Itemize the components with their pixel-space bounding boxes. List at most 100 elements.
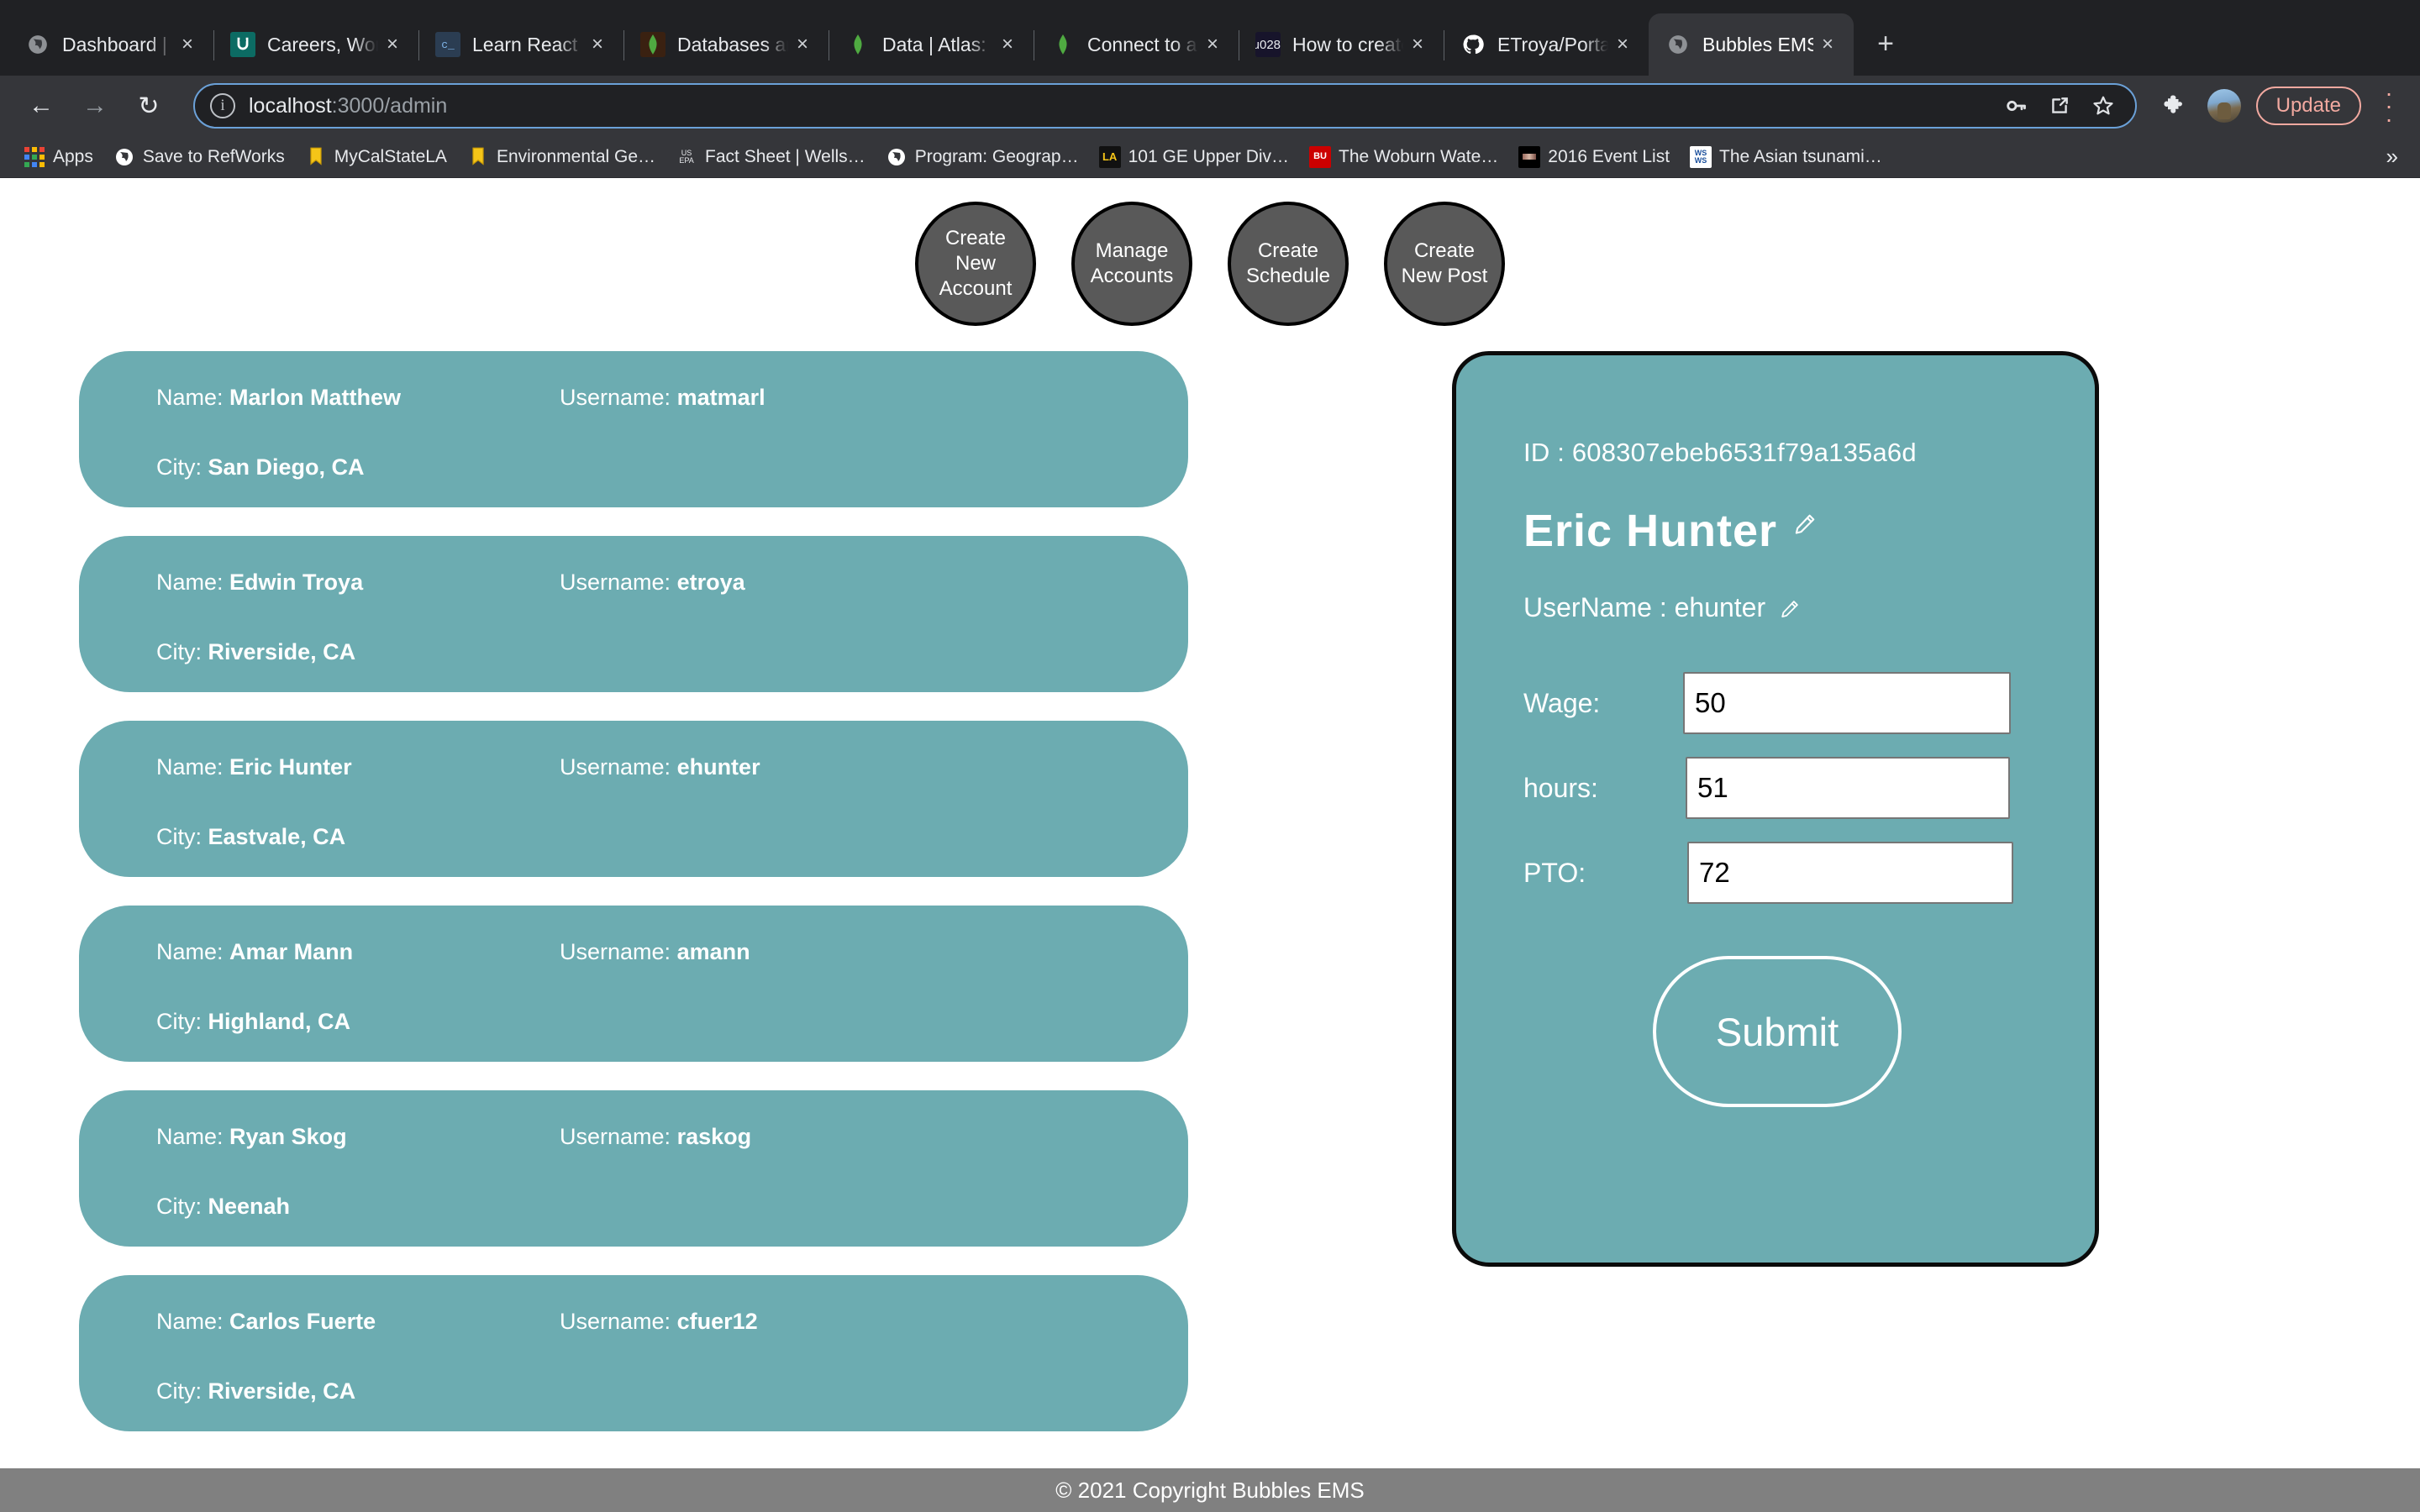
wage-input[interactable] [1683,672,2011,734]
bookmark-the-woburn-water[interactable]: BU The Woburn Wate… [1301,139,1507,175]
city-value: Riverside, CA [208,1378,356,1404]
user-username: Username: amann [560,939,750,965]
bookmark-label: The Woburn Wate… [1339,146,1499,166]
name-label: Name: [156,754,224,780]
globe-icon [1665,32,1691,57]
code-icon: c_ [435,32,460,57]
city-value: Neenah [208,1194,291,1219]
name-value: Edwin Troya [229,570,364,595]
submit-button[interactable]: Submit [1653,956,1902,1107]
bookmark-apps[interactable]: Apps [15,139,102,175]
create-new-post-button[interactable]: Create New Post [1384,202,1505,326]
open-in-new-icon[interactable] [2046,92,2073,119]
pto-input[interactable] [1687,842,2013,904]
bookmark-save-to-refworks[interactable]: Save to RefWorks [105,139,293,175]
user-city: City: Highland, CA [156,1009,1188,1035]
close-icon[interactable]: × [1813,30,1842,59]
browser-tab-active-bubbles-ems[interactable]: Bubbles EMS × [1649,13,1854,76]
bookmark-mycalstatela[interactable]: MyCalStateLA [297,139,455,175]
puzzle-piece-icon[interactable] [2159,89,2192,123]
browser-tab-4[interactable]: Databases and × [623,13,829,76]
user-username: Username: cfuer12 [560,1309,758,1335]
username-value: etroya [676,570,745,595]
password-key-icon[interactable] [2002,92,2029,119]
bookmark-101-ge-upper-div[interactable]: LA 101 GE Upper Div… [1091,139,1297,175]
bookmark-label: 101 GE Upper Div… [1128,146,1290,166]
city-value: Riverside, CA [208,639,356,664]
tab-title: ETroya/Portal-M [1497,33,1608,55]
bookmark-label: Save to RefWorks [142,146,285,166]
pto-row: PTO: [1523,842,2095,904]
bookmark-fact-sheet-wells[interactable]: US EPA Fact Sheet | Wells… [667,139,874,175]
user-card-top-row: Name: Carlos Fuerte Username: cfuer12 [156,1309,1188,1335]
username-label: Username: [560,754,671,780]
mongodb-icon [640,32,666,57]
user-card[interactable]: Name: Edwin Troya Username: etroya City:… [79,536,1188,692]
bookmark-yellow-icon [305,146,327,168]
hours-label: hours: [1523,772,1598,803]
create-new-account-button[interactable]: Create New Account [915,202,1036,326]
close-icon[interactable]: × [788,30,817,59]
city-label: City: [156,1009,202,1034]
browser-tab-8[interactable]: ETroya/Portal-M × [1444,13,1649,76]
reload-icon[interactable]: ↻ [126,83,171,129]
kebab-menu-icon[interactable]: · · · [2376,81,2402,131]
manage-accounts-button[interactable]: Manage Accounts [1071,202,1192,326]
name-value: Amar Mann [229,939,354,964]
close-icon[interactable]: × [378,30,407,59]
back-icon[interactable]: ← [18,83,64,129]
bookmark-the-asian-tsunami[interactable]: WS WS The Asian tsunami… [1681,139,1891,175]
browser-window: Dashboard | Bo × Careers, Work, × c_ Lea… [0,0,2420,1512]
bookmark-2016-event-list[interactable]: 2016 Event List [1510,139,1678,175]
id-value: 608307ebeb6531f79a135a6d [1571,438,1917,467]
bookmark-program-geography[interactable]: Program: Geograp… [877,139,1087,175]
close-icon[interactable]: × [1198,30,1227,59]
user-card[interactable]: Name: Eric Hunter Username: ehunter City… [79,721,1188,877]
browser-tab-1[interactable]: Dashboard | Bo × [8,13,213,76]
name-value: Ryan Skog [229,1124,347,1149]
user-card-top-row: Name: Marlon Matthew Username: matmarl [156,385,1188,411]
pencil-icon[interactable] [1779,598,1801,620]
bookmarks-overflow-icon[interactable]: » [2380,144,2405,170]
bookmark-environmental-ge[interactable]: Environmental Ge… [459,139,664,175]
toolbar-right: Update · · · [2159,81,2402,131]
create-schedule-button[interactable]: Create Schedule [1228,202,1349,326]
handshake-icon [230,32,255,57]
user-name: Name: Carlos Fuerte [156,1309,560,1335]
browser-tab-7[interactable]: (\u028c) How to create y × [1239,13,1444,76]
browser-tab-5[interactable]: Data | Atlas: Mo × [829,13,1034,76]
browser-tab-6[interactable]: Connect to a M × [1034,13,1239,76]
pencil-icon[interactable] [1792,512,1818,537]
browser-tab-2[interactable]: Careers, Work, × [213,13,418,76]
wsws-icon: WS WS [1690,145,1712,168]
close-icon[interactable]: × [173,30,202,59]
browser-tab-3[interactable]: c_ Learn React | C × [418,13,623,76]
user-card[interactable]: Name: Amar Mann Username: amann City: Hi… [79,906,1188,1062]
avatar[interactable] [2207,88,2241,123]
username-value: ehunter [1674,592,1766,622]
bookmark-star-icon[interactable] [2090,92,2117,119]
submit-row: Submit [1523,956,2095,1107]
user-card[interactable]: Name: Ryan Skog Username: raskog City: N… [79,1090,1188,1247]
close-icon[interactable]: × [1403,30,1432,59]
update-button[interactable]: Update [2255,86,2361,125]
url-text: localhost:3000/admin [249,94,447,118]
new-tab-button[interactable]: + [1862,20,1909,67]
user-city: City: Neenah [156,1194,1188,1220]
tab-title: Data | Atlas: Mo [882,33,993,55]
forward-icon[interactable]: → [72,83,118,129]
info-circle-icon[interactable]: i [210,93,235,118]
hours-input[interactable] [1686,757,2010,819]
user-card[interactable]: Name: Carlos Fuerte Username: cfuer12 Ci… [79,1275,1188,1431]
address-bar[interactable]: i localhost:3000/admin [193,83,2137,129]
name-label: Name: [156,570,224,595]
close-icon[interactable]: × [583,30,612,59]
user-city: City: Eastvale, CA [156,824,1188,850]
browser-toolbar: ← → ↻ i localhost:3000/admin Update · · … [0,76,2420,136]
user-card[interactable]: Name: Marlon Matthew Username: matmarl C… [79,351,1188,507]
user-username: Username: ehunter [560,754,760,780]
close-icon[interactable]: × [993,30,1022,59]
close-icon[interactable]: × [1608,30,1637,59]
tab-title: How to create y [1292,33,1403,55]
photo-icon [1518,145,1541,168]
